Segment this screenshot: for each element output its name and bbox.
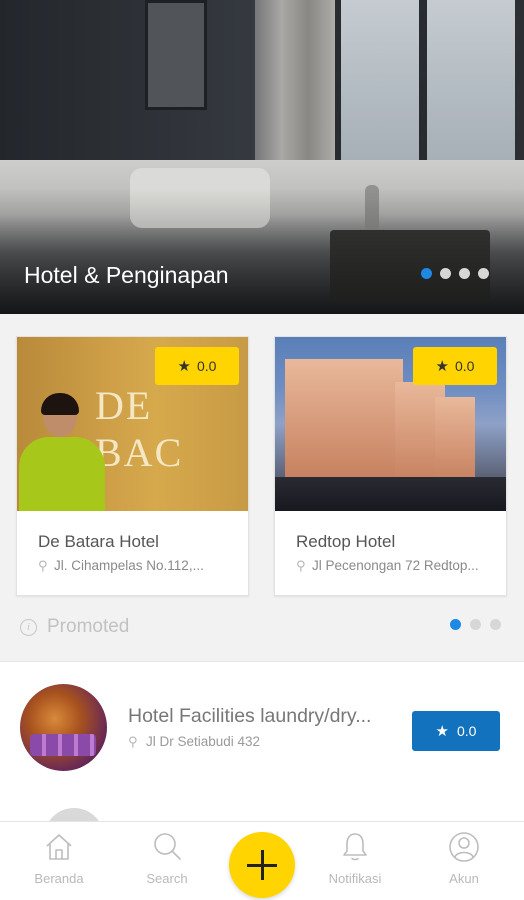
promoted-text: Promoted <box>47 616 130 637</box>
star-icon: ★ <box>435 357 449 375</box>
list-item[interactable]: Hotel Facilities laundry/dry... ⚲ Jl Dr … <box>0 662 524 792</box>
hotel-address: ⚲ Jl. Cihampelas No.112,... <box>38 558 238 573</box>
hotel-address-text: Jl Pecenongan 72 Redtop... <box>312 558 479 573</box>
promoted-label: i Promoted <box>20 616 129 638</box>
nav-item-label: Akun <box>449 871 479 886</box>
rating-value: 0.0 <box>454 358 475 374</box>
add-button[interactable] <box>229 832 295 898</box>
search-icon <box>150 830 184 864</box>
nav-item-beranda[interactable]: Beranda <box>14 830 104 896</box>
carousel-dot[interactable] <box>478 268 489 279</box>
rating-badge: ★ 0.0 <box>155 347 239 385</box>
carousel-dot[interactable] <box>440 268 451 279</box>
hotel-logo-text: DE BAC <box>95 383 184 475</box>
app-root: Hotel & Penginapan DE BAC ★ 0.0 De Batar… <box>0 0 524 900</box>
carousel-dot[interactable] <box>421 268 432 279</box>
rating-value: 0.0 <box>196 358 217 374</box>
hotel-name: Redtop Hotel <box>296 532 396 551</box>
carousel-dot[interactable] <box>459 268 470 279</box>
hotel-thumbnail <box>20 684 107 771</box>
location-pin-icon: ⚲ <box>296 558 306 573</box>
hotel-card[interactable]: ★ 0.0 Redtop Hotel ⚲ Jl Pecenongan 72 Re… <box>274 336 507 596</box>
nav-item-label: Beranda <box>34 871 84 886</box>
rating-button[interactable]: ★ 0.0 <box>412 711 500 751</box>
hero-carousel-indicator[interactable] <box>421 268 489 279</box>
plus-icon <box>247 850 277 880</box>
list-item-address: ⚲ Jl Dr Setiabudi 432 <box>128 734 260 749</box>
hotel-card[interactable]: DE BAC ★ 0.0 De Batara Hotel ⚲ Jl. Ciham… <box>16 336 249 596</box>
list-item-address-text: Jl Dr Setiabudi 432 <box>146 734 261 749</box>
hero-banner[interactable]: Hotel & Penginapan <box>0 0 524 314</box>
list-item-title: Hotel Facilities laundry/dry... <box>128 705 372 727</box>
promo-carousel-indicator[interactable] <box>450 619 501 630</box>
home-icon <box>42 830 76 864</box>
promoted-section: DE BAC ★ 0.0 De Batara Hotel ⚲ Jl. Ciham… <box>0 314 524 660</box>
hotel-thumbnail <box>44 808 104 821</box>
carousel-dot[interactable] <box>490 619 501 630</box>
carousel-dot[interactable] <box>470 619 481 630</box>
hotel-card-image: ★ 0.0 <box>275 337 506 511</box>
location-pin-icon: ⚲ <box>38 558 48 573</box>
hotel-list: Hotel Facilities laundry/dry... ⚲ Jl Dr … <box>0 661 524 821</box>
star-icon: ★ <box>435 722 449 740</box>
hotel-address: ⚲ Jl Pecenongan 72 Redtop... <box>296 558 496 573</box>
hotel-card-image: DE BAC ★ 0.0 <box>17 337 248 511</box>
location-pin-icon: ⚲ <box>128 733 138 749</box>
nav-item-akun[interactable]: Akun <box>419 830 509 896</box>
account-icon <box>447 830 481 864</box>
nav-item-label: Notifikasi <box>328 871 382 886</box>
hero-title: Hotel & Penginapan <box>24 262 229 288</box>
rating-badge: ★ 0.0 <box>413 347 497 385</box>
bell-icon <box>338 830 372 864</box>
hotel-name: De Batara Hotel <box>38 532 159 551</box>
bottom-navigation: Beranda Search Notifikasi Akun <box>0 821 524 900</box>
info-icon[interactable]: i <box>20 618 37 636</box>
rating-value: 0.0 <box>456 723 477 739</box>
nav-item-search[interactable]: Search <box>122 830 212 896</box>
carousel-dot[interactable] <box>450 619 461 630</box>
star-icon: ★ <box>177 357 191 375</box>
hotel-address-text: Jl. Cihampelas No.112,... <box>54 558 204 573</box>
nav-item-notifikasi[interactable]: Notifikasi <box>310 830 400 896</box>
nav-item-label: Search <box>146 871 188 886</box>
